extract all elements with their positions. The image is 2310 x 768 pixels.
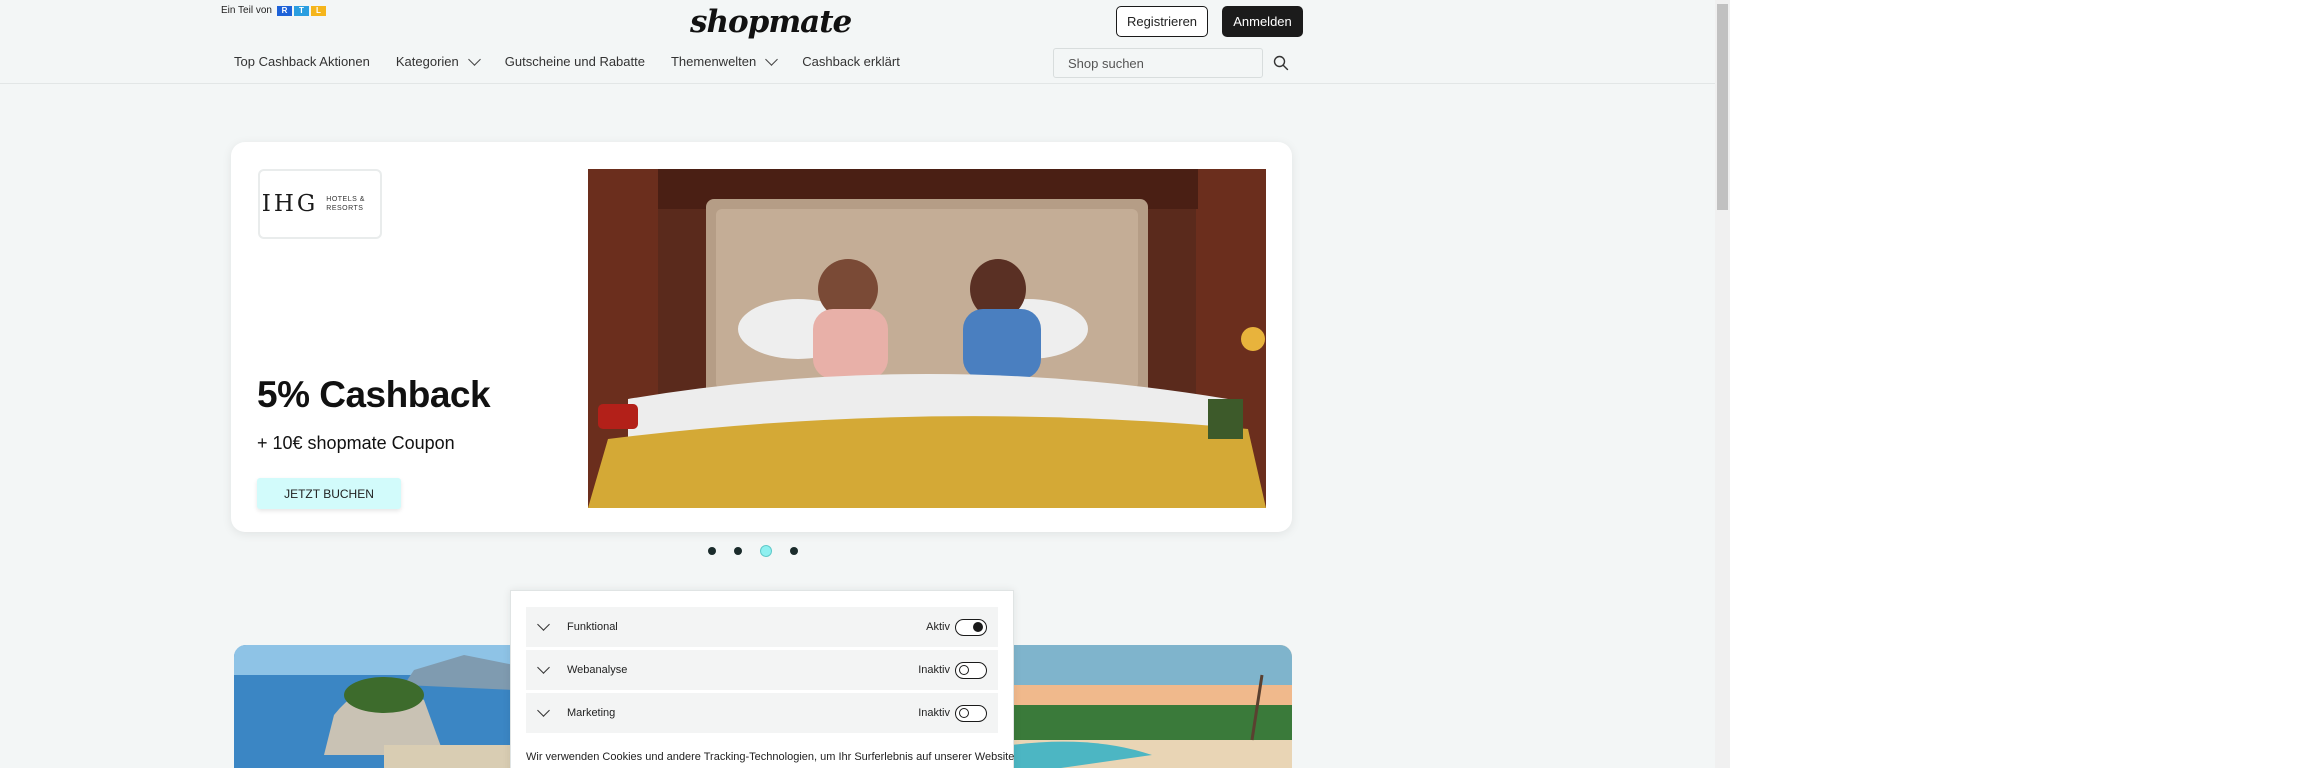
carousel-dot[interactable] [734,547,742,555]
carousel-dot-active[interactable] [760,545,772,557]
chevron-down-icon [467,52,481,66]
carousel-dot[interactable] [708,547,716,555]
ihg-brand-logo[interactable]: IHG HOTELS & RESORTS [258,169,382,239]
brand-subtitle: HOTELS & RESORTS [326,196,365,212]
cookie-description: Wir verwenden Cookies und andere Trackin… [526,751,1015,763]
rtl-letter-t: T [293,5,309,16]
page-scrollbar[interactable] [1715,0,1730,768]
webanalyse-toggle[interactable] [955,661,987,679]
nav-item-kategorien[interactable]: Kategorien [395,52,481,69]
rtl-logo: R T L [276,5,326,16]
nav-item-label: Gutscheine und Rabatte [504,54,645,69]
chevron-down-icon[interactable] [537,704,550,717]
register-button[interactable]: Registrieren [1116,6,1208,37]
rtl-note: Ein Teil von R T L [221,5,326,16]
site-header: Ein Teil von R T L shopmate Registrieren… [0,0,1715,84]
hero-subtitle: + 10€ shopmate Coupon [257,433,455,453]
cookie-category-label: Webanalyse [567,664,628,676]
shopmate-logo[interactable]: shopmate [690,4,852,40]
page: Ein Teil von R T L shopmate Registrieren… [0,0,1715,768]
nav-item-top-cashback[interactable]: Top Cashback Aktionen [234,54,370,69]
nav-item-label: Themenwelten [670,54,757,69]
cookie-status-text: Aktiv [926,621,950,633]
nav-item-gutscheine[interactable]: Gutscheine und Rabatte [505,54,645,69]
toggle-knob [973,621,983,632]
rtl-letter-l: L [310,5,326,16]
nav-item-themenwelten[interactable]: Themenwelten [670,52,779,69]
cookie-status-text: Inaktiv [918,664,950,676]
cookie-category-label: Marketing [567,707,616,719]
search-icon[interactable] [1273,55,1289,71]
login-button[interactable]: Anmelden [1222,6,1303,37]
carousel-dot[interactable] [790,547,798,555]
chevron-down-icon[interactable] [537,661,550,674]
beach-teaser-image[interactable] [1012,645,1292,768]
cookie-status-text: Inaktiv [918,707,950,719]
coast-teaser-image[interactable] [234,645,514,768]
toggle-knob [959,664,969,675]
cookie-consent-panel: Funktional Aktiv Webanalyse Inaktiv Mark… [510,590,1014,768]
rtl-letter-r: R [276,5,292,16]
brand-name: IHG [261,191,319,217]
cookie-category-label: Funktional [567,621,618,633]
hero-slide-card[interactable]: IHG HOTELS & RESORTS 5% Cashback + 10€ s… [231,142,1292,532]
scrollbar-thumb[interactable] [1717,4,1728,210]
functional-toggle[interactable] [955,618,987,636]
chevron-down-icon [765,52,779,66]
nav-item-label: Cashback erklärt [802,54,900,69]
hero-title: 5% Cashback [257,374,491,415]
cookie-category-marketing[interactable]: Marketing Inaktiv [526,693,998,733]
nav-item-label: Kategorien [395,54,459,69]
cookie-category-webanalyse[interactable]: Webanalyse Inaktiv [526,650,998,690]
toggle-knob [959,707,969,718]
cookie-category-functional[interactable]: Funktional Aktiv [526,607,998,647]
book-now-button[interactable]: JETZT BUCHEN [257,478,401,509]
main-nav: Top Cashback Aktionen Kategorien Gutsche… [234,52,926,69]
nav-item-label: Top Cashback Aktionen [234,54,370,69]
shop-search-input[interactable]: Shop suchen [1053,48,1263,78]
nav-item-cashback-erklaert[interactable]: Cashback erklärt [802,54,900,69]
chevron-down-icon[interactable] [537,618,550,631]
carousel-dots [708,545,798,557]
hero-hotel-bed-image [588,169,1266,508]
marketing-toggle[interactable] [955,704,987,722]
rtl-prefix: Ein Teil von [221,5,272,16]
